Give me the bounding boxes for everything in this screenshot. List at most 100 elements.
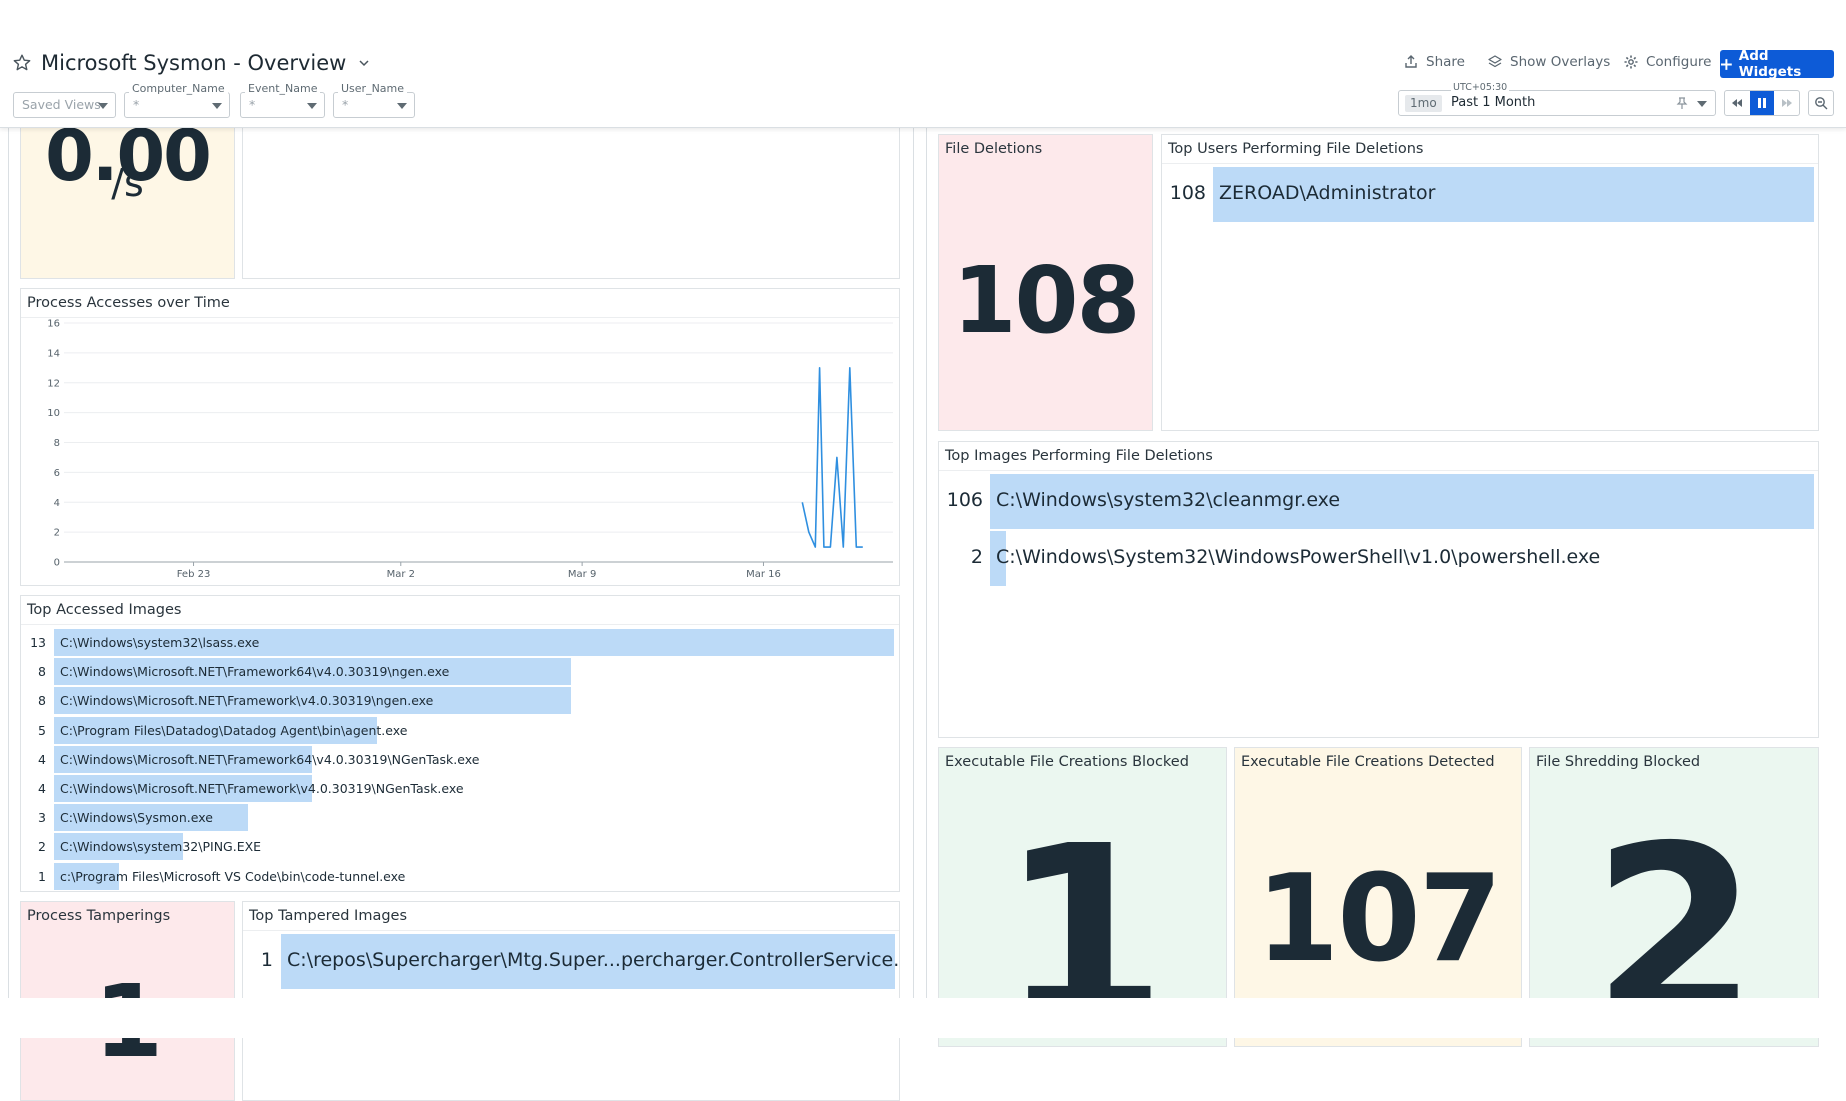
y-tick-label: 10 [47, 408, 60, 419]
widget-title: Top Images Performing File Deletions [945, 448, 1213, 464]
top-accessed-images-toplist: Top Accessed Images 13 C:\Windows\system3… [20, 595, 900, 892]
toplist-value: 8 [38, 693, 46, 709]
toplist-row[interactable]: 2 C:\Windows\system32\PING.EXE [21, 833, 899, 861]
toplist-value: 1 [38, 868, 46, 884]
configure-button[interactable]: Configure [1623, 54, 1711, 70]
file-deletions-widget: File Deletions 108 [938, 134, 1153, 431]
step-back-button[interactable] [1725, 91, 1750, 115]
toplist-row[interactable]: 3 C:\Windows\Sysmon.exe [21, 804, 899, 832]
dashboard-header: Microsoft Sysmon - Overview Saved Views … [0, 0, 1846, 128]
timezone-label: UTC+05:30 [1451, 82, 1510, 93]
title-divider [21, 624, 899, 625]
chevron-down-icon[interactable] [357, 56, 371, 70]
series-line [801, 366, 863, 548]
toplist-value: 4 [38, 781, 46, 796]
title-divider [939, 470, 1818, 471]
exec-creations-detected-value: 107 [1255, 850, 1503, 989]
toplist-label: C:\Windows\Microsoft.NET\Framework64\v4.… [60, 664, 450, 680]
user-name-filter[interactable]: User_Name * [333, 82, 415, 118]
group-border-middle [913, 128, 914, 998]
y-tick-label: 4 [54, 498, 60, 509]
filter-value: * [249, 97, 256, 112]
y-tick-label: 14 [47, 348, 60, 359]
widget-title: Process Tamperings [27, 908, 171, 924]
widget-title: Executable File Creations Detected [1241, 754, 1495, 770]
widget-title: Top Accessed Images [27, 602, 182, 618]
top-images-file-deletions-toplist: Top Images Performing File Deletions 106… [938, 441, 1819, 738]
configure-label: Configure [1646, 54, 1712, 70]
caret-down-icon [307, 103, 317, 109]
toplist-label: C:\Windows\Microsoft.NET\Framework64\v4.… [60, 751, 480, 767]
toplist-row[interactable]: 4 C:\Windows\Microsoft.NET\Framework\v4.0… [21, 775, 899, 802]
toplist-value: 3 [38, 810, 46, 826]
filter-value: * [342, 97, 349, 112]
toplist-value: 2 [970, 546, 983, 568]
toplist-row[interactable]: 13 C:\Windows\system32\lsass.exe [21, 629, 899, 656]
toplist-value: 4 [38, 751, 46, 767]
y-tick-label: 0 [54, 558, 60, 569]
timeseries-chart[interactable]: 0 2 4 6 8 10 12 14 16 Feb 23 Mar 2 Mar 9 Mar 16 [21, 318, 900, 586]
toplist-label: C:\Windows\Microsoft.NET\Framework\v4.0.… [60, 781, 464, 796]
toplist-row[interactable]: 4 C:\Windows\Microsoft.NET\Framework64\v4… [21, 745, 899, 773]
toplist-row[interactable]: 5 C:\Program Files\Datadog\Datadog Agent\… [21, 716, 899, 744]
rate-unit: /s [111, 161, 144, 205]
page-bottom-margin [0, 998, 1846, 1038]
caret-down-icon [397, 103, 407, 109]
caret-down-icon[interactable] [1697, 101, 1707, 107]
computer-name-filter[interactable]: Computer_Name * [124, 82, 230, 118]
zoom-out-button[interactable] [1808, 90, 1834, 116]
title-divider [243, 930, 899, 931]
caret-down-icon [98, 103, 108, 109]
fast-forward-icon [1781, 99, 1792, 107]
toplist-value: 1 [260, 949, 273, 971]
time-range-picker[interactable]: UTC+05:30 1mo Past 1 Month [1398, 82, 1716, 116]
toplist-row[interactable]: 106 C:\Windows\system32\cleanmgr.exe [939, 474, 1818, 529]
pin-icon[interactable] [1675, 96, 1689, 110]
toplist-value: 8 [38, 664, 46, 680]
time-range-chip: 1mo [1405, 95, 1442, 112]
filter-value: * [133, 97, 140, 112]
toplist-value: 106 [946, 489, 983, 511]
share-button[interactable]: Share [1403, 54, 1465, 70]
star-icon[interactable] [12, 53, 32, 73]
event-name-filter[interactable]: Event_Name * [240, 82, 325, 118]
toplist-label: C:\Windows\Sysmon.exe [60, 810, 213, 826]
add-widgets-button[interactable]: Add Widgets [1720, 48, 1834, 80]
pause-icon [1758, 98, 1766, 108]
toplist-row[interactable]: 1 c:\Program Files\Microsoft VS Code\bin\… [21, 862, 899, 890]
x-tick-label: Feb 23 [177, 569, 211, 580]
toplist-row[interactable]: 2 C:\Windows\System32\WindowsPowerShell\v… [939, 531, 1818, 586]
y-tick-label: 12 [47, 378, 60, 389]
step-forward-button[interactable] [1774, 91, 1799, 115]
share-label: Share [1426, 54, 1465, 70]
widget-title: File Deletions [945, 141, 1043, 157]
y-tick-label: 2 [54, 528, 60, 539]
toplist-label: c:\Program Files\Microsoft VS Code\bin\c… [60, 868, 406, 884]
toplist-label: C:\Program Files\Datadog\Datadog Agent\b… [60, 722, 408, 738]
show-overlays-button[interactable]: Show Overlays [1487, 54, 1610, 70]
add-widgets-label: Add Widgets [1738, 48, 1802, 80]
toplist-label: C:\Windows\system32\cleanmgr.exe [996, 489, 1341, 511]
gear-icon [1624, 55, 1638, 69]
toplist-label: C:\Windows\System32\WindowsPowerShell\v1… [996, 546, 1601, 568]
caret-down-icon [212, 103, 222, 109]
toplist-row[interactable]: 8 C:\Windows\Microsoft.NET\Framework64\v4… [21, 658, 899, 686]
dashboard-title[interactable]: Microsoft Sysmon - Overview [41, 51, 346, 75]
magnifier-icon [1815, 97, 1828, 110]
plus-icon [1720, 58, 1732, 70]
filter-label: Computer_Name [129, 82, 228, 95]
process-accesses-timeseries: Process Accesses over Time 0 2 4 6 8 10 12 14 16… [20, 288, 900, 586]
toplist-value: 2 [38, 839, 46, 855]
dashboard-title-row: Microsoft Sysmon - Overview [12, 51, 371, 75]
filter-label: User_Name [338, 82, 408, 95]
toplist-row[interactable]: 108 ZEROAD\Administrator [1162, 167, 1818, 222]
pause-button[interactable] [1749, 91, 1775, 115]
toplist-label: C:\Windows\system32\lsass.exe [60, 635, 260, 650]
saved-views-select[interactable]: Saved Views [13, 92, 116, 118]
toplist-label: C:\Windows\Microsoft.NET\Framework\v4.0.… [60, 693, 434, 709]
widget-title: Executable File Creations Blocked [945, 754, 1189, 770]
rewind-icon [1732, 99, 1743, 107]
toplist-row[interactable]: 1 C:\repos\Supercharger\Mtg.Super...perch… [243, 934, 899, 989]
toplist-row[interactable]: 8 C:\Windows\Microsoft.NET\Framework\v4.0… [21, 687, 899, 715]
group-border-left [8, 128, 9, 998]
